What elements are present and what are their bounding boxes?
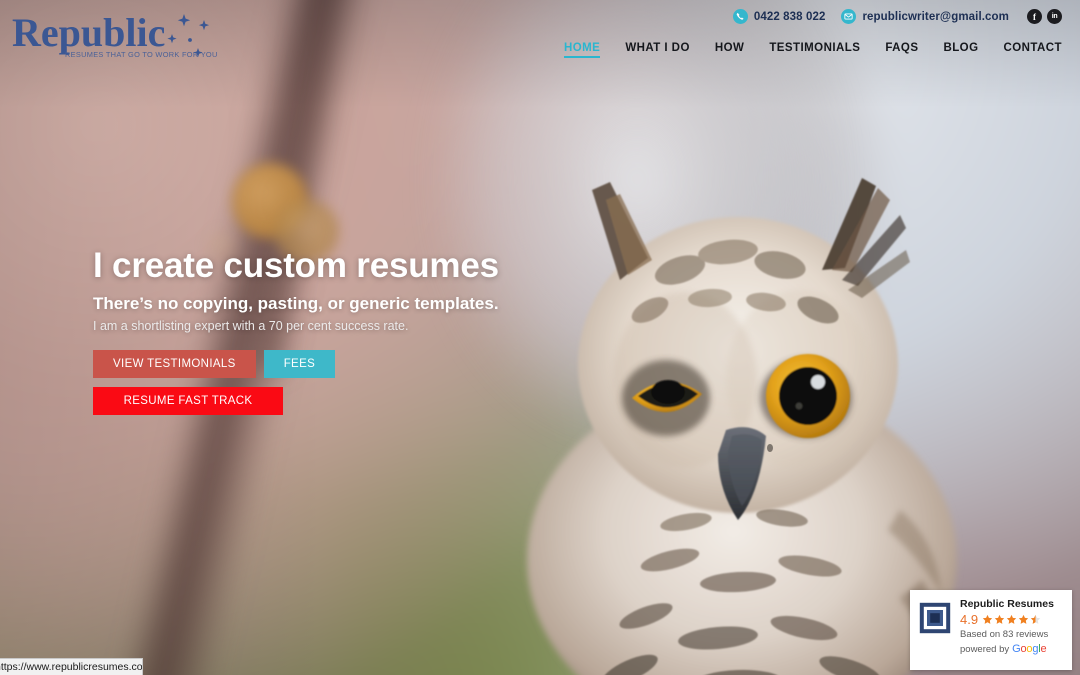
linkedin-icon[interactable]: in bbox=[1047, 9, 1062, 24]
phone-icon bbox=[732, 9, 748, 24]
view-testimonials-button[interactable]: VIEW TESTIMONIALS bbox=[93, 350, 256, 379]
hero-button-row: VIEW TESTIMONIALS FEES bbox=[93, 350, 499, 379]
review-widget-body: Republic Resumes 4.9 Based on 83 reviews… bbox=[960, 598, 1065, 655]
review-count-text: Based on 83 reviews bbox=[960, 628, 1049, 640]
site-logo[interactable]: Republic RESUMES THAT GO TO WORK FOR YOU bbox=[8, 4, 218, 68]
hero-subheading: There’s no copying, pasting, or generic … bbox=[93, 293, 499, 313]
nav-item-what-i-do[interactable]: WHAT I DO bbox=[625, 42, 690, 58]
phone-contact[interactable]: 0422 838 022 bbox=[732, 9, 826, 24]
star-full-icon bbox=[1006, 614, 1017, 624]
hero-heading: I create custom resumes bbox=[93, 246, 499, 285]
hero-tagline: I am a shortlisting expert with a 70 per… bbox=[93, 319, 409, 334]
star-full-icon bbox=[982, 614, 993, 624]
phone-number: 0422 838 022 bbox=[753, 10, 826, 23]
nav-item-testimonials[interactable]: TESTIMONIALS bbox=[769, 42, 860, 58]
review-rating-row: 4.9 bbox=[960, 613, 1065, 626]
email-contact[interactable]: republicwriter@gmail.com bbox=[841, 9, 1009, 24]
star-half-icon bbox=[1030, 614, 1041, 624]
nav-item-contact[interactable]: CONTACT bbox=[1003, 42, 1062, 58]
browser-status-bar: https://www.republicresumes.com.au bbox=[0, 658, 143, 675]
logo-tagline: RESUMES THAT GO TO WORK FOR YOU bbox=[65, 50, 218, 59]
hero-content: I create custom resumes There’s no copyi… bbox=[93, 246, 499, 416]
main-navigation: HOME WHAT I DO HOW TESTIMONIALS FAQS BLO… bbox=[564, 42, 1062, 58]
email-address: republicwriter@gmail.com bbox=[862, 10, 1009, 23]
review-stars bbox=[982, 614, 1041, 625]
star-full-icon bbox=[1018, 614, 1029, 624]
nav-item-home[interactable]: HOME bbox=[564, 42, 601, 58]
google-review-widget[interactable]: Republic Resumes 4.9 Based on 83 reviews… bbox=[910, 590, 1072, 670]
nav-item-faqs[interactable]: FAQS bbox=[885, 42, 918, 58]
fees-button[interactable]: FEES bbox=[263, 350, 336, 379]
site-header: Republic RESUMES THAT GO TO WORK FOR YOU… bbox=[0, 0, 1080, 72]
resume-fast-track-button[interactable]: RESUME FAST TRACK bbox=[93, 387, 283, 416]
envelope-icon bbox=[841, 9, 857, 24]
logo-wordmark: Republic bbox=[12, 10, 165, 55]
facebook-icon[interactable]: f bbox=[1027, 9, 1042, 24]
business-logo-icon bbox=[919, 602, 951, 634]
google-logo: Google bbox=[1012, 642, 1047, 655]
contact-bar: 0422 838 022 republicwriter@gmail.com f … bbox=[732, 9, 1062, 24]
social-links: f in bbox=[1027, 9, 1062, 24]
nav-item-blog[interactable]: BLOG bbox=[943, 42, 978, 58]
status-url: https://www.republicresumes.com.au bbox=[0, 661, 143, 673]
review-business-name: Republic Resumes bbox=[960, 598, 1054, 610]
powered-by-row: powered by Google bbox=[960, 643, 1065, 655]
review-score: 4.9 bbox=[960, 611, 979, 627]
nav-item-how[interactable]: HOW bbox=[715, 42, 744, 58]
star-full-icon bbox=[994, 614, 1005, 624]
powered-by-label: powered by bbox=[960, 643, 1010, 655]
page-root: Republic RESUMES THAT GO TO WORK FOR YOU… bbox=[0, 0, 1080, 675]
